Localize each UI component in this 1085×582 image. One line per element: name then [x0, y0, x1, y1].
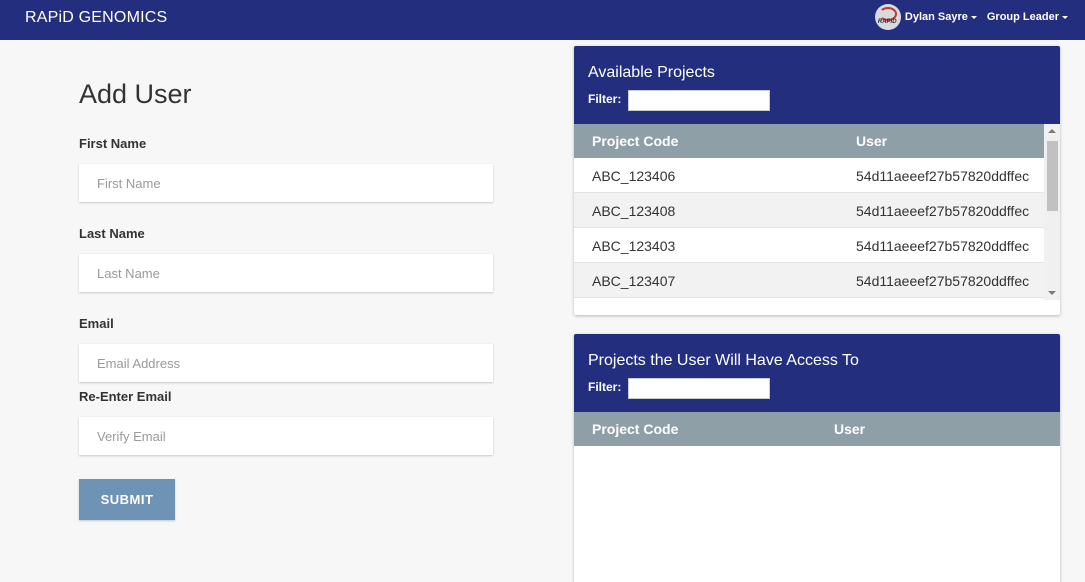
verify-email-label: Re-Enter Email — [79, 389, 172, 404]
access-projects-table-body — [574, 446, 1060, 582]
scrollbar-thumb[interactable] — [1047, 141, 1058, 211]
avatar-logo-text: RAPiD — [877, 19, 897, 25]
table-row[interactable]: ABC_123408 54d11aeeef27b57820ddffec — [574, 193, 1044, 228]
project-code-cell: ABC_123407 — [592, 273, 676, 289]
caret-down-icon — [1062, 15, 1068, 19]
user-cell: 54d11aeeef27b57820ddffec — [856, 168, 1030, 184]
column-header-user[interactable]: User — [834, 421, 865, 437]
column-header-project-code[interactable]: Project Code — [592, 133, 678, 149]
verify-email-input[interactable] — [79, 417, 493, 455]
table-body: ABC_123406 54d11aeeef27b57820ddffec ABC_… — [574, 158, 1044, 298]
project-code-cell: ABC_123403 — [592, 238, 676, 254]
user-name-dropdown[interactable]: Dylan Sayre — [905, 11, 977, 23]
available-projects-panel: Available Projects Filter: Project Code … — [574, 46, 1060, 315]
access-projects-title: Projects the User Will Have Access To — [588, 352, 859, 369]
access-projects-header: Projects the User Will Have Access To Fi… — [574, 334, 1060, 412]
user-cell: 54d11aeeef27b57820ddffec — [856, 273, 1030, 289]
column-header-user[interactable]: User — [856, 133, 887, 149]
role-label: Group Leader — [986, 11, 1059, 23]
first-name-input[interactable] — [79, 164, 493, 202]
scroll-up-icon[interactable] — [1048, 129, 1056, 133]
column-header-project-code[interactable]: Project Code — [592, 421, 678, 437]
table-row[interactable]: ABC_123403 54d11aeeef27b57820ddffec — [574, 228, 1044, 263]
table-header-row: Project Code User — [574, 124, 1044, 158]
table-row[interactable]: ABC_123406 54d11aeeef27b57820ddffec — [574, 158, 1044, 193]
brand-logo-text[interactable]: RAPiD GENOMICS — [25, 9, 167, 27]
last-name-input[interactable] — [79, 254, 493, 292]
email-input[interactable] — [79, 344, 493, 382]
access-projects-filter-label: Filter: — [588, 380, 622, 394]
last-name-label: Last Name — [79, 226, 145, 241]
available-projects-filter-input[interactable] — [628, 90, 770, 111]
project-code-cell: ABC_123408 — [592, 203, 676, 219]
scroll-down-icon[interactable] — [1048, 291, 1056, 295]
user-name-label: Dylan Sayre — [904, 11, 968, 23]
access-projects-filter-input[interactable] — [628, 378, 770, 399]
access-projects-panel: Projects the User Will Have Access To Fi… — [574, 334, 1060, 582]
available-projects-table: Project Code User ABC_123406 54d11aeeef2… — [574, 124, 1060, 300]
user-cell: 54d11aeeef27b57820ddffec — [856, 238, 1030, 254]
user-cell: 54d11aeeef27b57820ddffec — [856, 203, 1030, 219]
available-projects-filter-label: Filter: — [588, 92, 622, 106]
table-scrollbar[interactable] — [1044, 124, 1060, 300]
project-code-cell: ABC_123406 — [592, 168, 676, 184]
table-header-row: Project Code User — [574, 412, 1060, 446]
caret-down-icon — [970, 15, 977, 19]
submit-button[interactable]: SUBMIT — [79, 479, 175, 520]
first-name-label: First Name — [79, 136, 147, 151]
available-projects-title: Available Projects — [588, 64, 715, 81]
page-title: Add User — [79, 79, 192, 109]
user-menu: RAPiD Dylan Sayre Group Leader — [874, 4, 1068, 30]
email-label: Email — [79, 316, 114, 331]
top-navbar: RAPiD GENOMICS RAPiD Dylan Sayre Group L… — [0, 0, 1085, 40]
avatar[interactable]: RAPiD — [874, 4, 901, 30]
available-projects-header: Available Projects Filter: — [574, 46, 1060, 124]
role-dropdown[interactable]: Group Leader — [987, 11, 1068, 23]
table-row[interactable]: ABC_123407 54d11aeeef27b57820ddffec — [574, 263, 1044, 298]
